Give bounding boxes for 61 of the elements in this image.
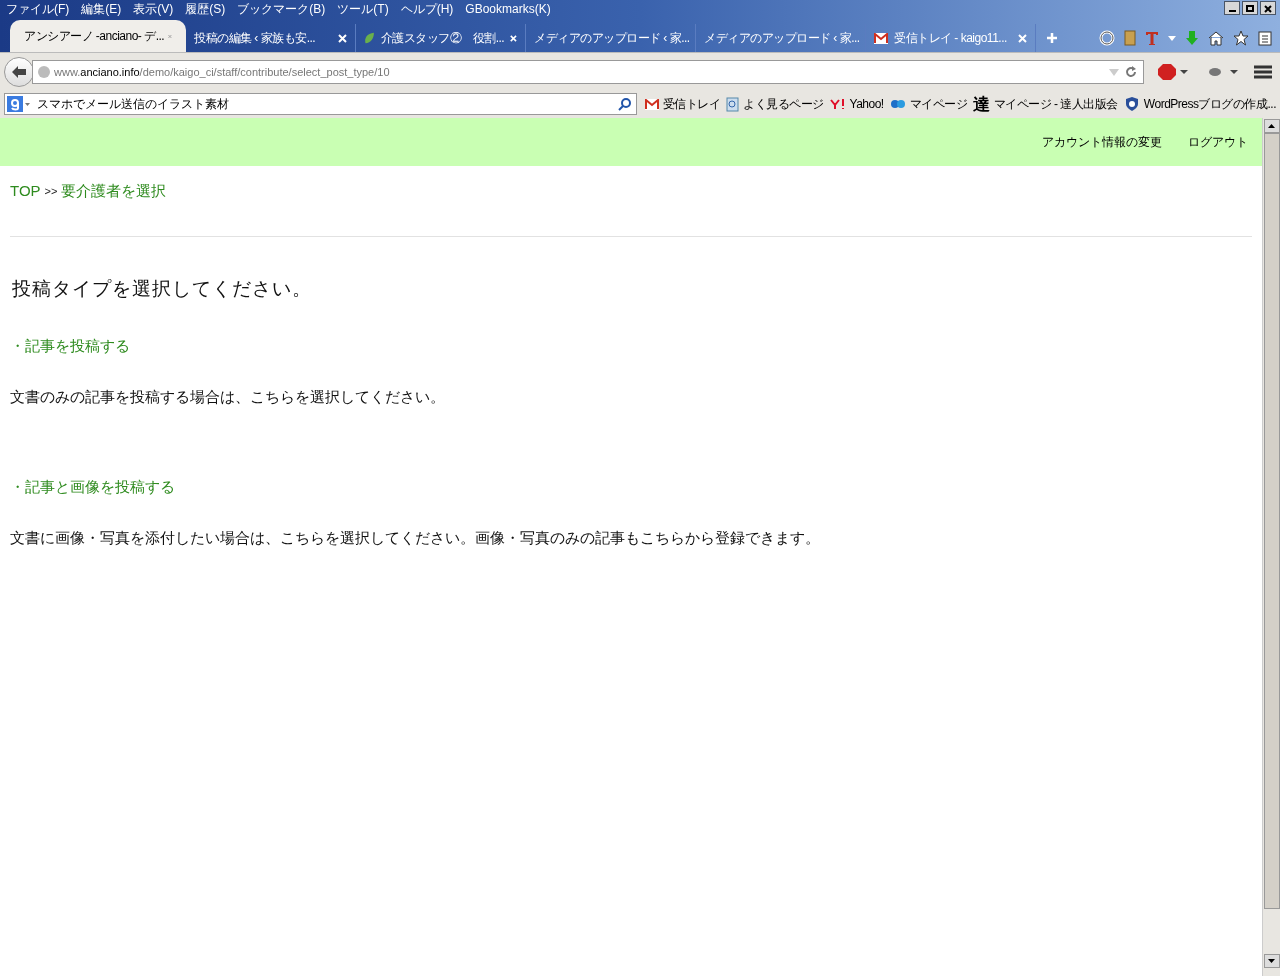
breadcrumb-link[interactable]: TOP <box>10 180 41 203</box>
back-button[interactable] <box>4 57 34 87</box>
shield-icon <box>1123 96 1140 112</box>
bookmark-link[interactable]: WordPressブログの作成... <box>1143 95 1276 113</box>
dp-logo-icon <box>889 97 906 111</box>
bookmark-link[interactable]: 受信トレイ <box>662 95 721 113</box>
menu-item[interactable]: ブックマーク(B) <box>237 0 326 18</box>
mail-icon <box>874 32 888 44</box>
yahoo-logo-icon <box>829 98 846 110</box>
menu-item[interactable]: 編集(E) <box>81 0 122 18</box>
menu-icon[interactable] <box>1254 65 1272 79</box>
search-field[interactable]: スマホでメール送信のイラスト素材 <box>4 93 637 115</box>
bookmark-link[interactable]: Yahoo! <box>849 95 884 113</box>
back-arrow-icon <box>11 65 27 79</box>
search-text: スマホでメール送信のイラスト素材 <box>37 96 229 113</box>
bookmark-link[interactable]: マイページ - 達人出版会 <box>993 95 1118 113</box>
header-link[interactable]: ログアウト <box>1188 133 1248 151</box>
home-icon[interactable] <box>1208 30 1224 46</box>
url-text: www.anciano.info/demo/kaigo_ci/staff/contribute/select_post_type/10 <box>54 64 390 80</box>
section-link[interactable]: ・記事を投稿する <box>10 335 1252 358</box>
breadcrumb-link[interactable]: 要介護者を選択 <box>61 180 167 203</box>
page-icon <box>726 96 740 112</box>
close-tab-icon[interactable] <box>338 33 347 43</box>
menu-item[interactable]: 表示(V) <box>133 0 174 18</box>
close-tab-icon[interactable] <box>1018 33 1027 43</box>
menu-item[interactable]: GBookmarks(K) <box>465 0 551 18</box>
star-icon[interactable] <box>1233 30 1249 46</box>
breadcrumb-separator: >> <box>44 184 58 199</box>
google-icon <box>7 96 31 112</box>
header-link[interactable]: アカウント情報の変更 <box>1042 133 1162 151</box>
section-description: 文書に画像・写真を添付したい場合は、こちらを選択してください。画像・写真のみの記事もこちらから登録できます。 <box>10 527 821 548</box>
menu-item[interactable]: 履歴(S) <box>185 0 226 18</box>
dropdown-arrow-icon[interactable] <box>1168 35 1176 41</box>
scroll-up-button[interactable] <box>1263 119 1280 133</box>
clipboard-icon[interactable] <box>1258 30 1272 46</box>
close-icon <box>1264 5 1272 14</box>
url-field[interactable]: www.anciano.info/demo/kaigo_ci/staff/contribute/select_post_type/10 <box>32 60 1144 84</box>
mail-icon <box>644 98 659 110</box>
menu-item[interactable]: ファイル(F) <box>6 0 70 18</box>
search-icon[interactable] <box>617 97 632 111</box>
section-link[interactable]: ・記事と画像を投稿する <box>10 476 1252 499</box>
leaf-icon <box>364 30 375 46</box>
reload-icon[interactable] <box>1125 66 1137 78</box>
menu-item[interactable]: ヘルプ(H) <box>400 0 454 18</box>
down-arrow-icon <box>1268 959 1275 963</box>
minimize-button[interactable] <box>1224 1 1240 15</box>
menu-item[interactable]: ツール(T) <box>337 0 389 18</box>
restore-button[interactable] <box>1242 1 1258 15</box>
browser-tab[interactable]: アンシアーノ -anciano- デ... <box>10 20 186 52</box>
new-tab-icon[interactable] <box>1046 32 1058 44</box>
scrollbar-thumb[interactable] <box>1263 133 1280 909</box>
up-arrow-icon <box>1268 124 1275 128</box>
close-button[interactable] <box>1260 1 1276 15</box>
scroll-down-button[interactable] <box>1263 954 1280 968</box>
section-description: 文書のみの記事を投稿する場合は、こちらを選択してください。 <box>10 386 446 407</box>
bookmark-link[interactable]: マイページ <box>909 95 968 113</box>
close-tab-icon[interactable] <box>510 33 517 43</box>
adblock-icon[interactable] <box>1158 64 1188 80</box>
bookmark-link[interactable]: よく見るページ <box>743 95 824 113</box>
page-heading: 投稿タイプを選択してください。 <box>12 276 313 301</box>
kanji-icon: 達 <box>973 95 990 113</box>
